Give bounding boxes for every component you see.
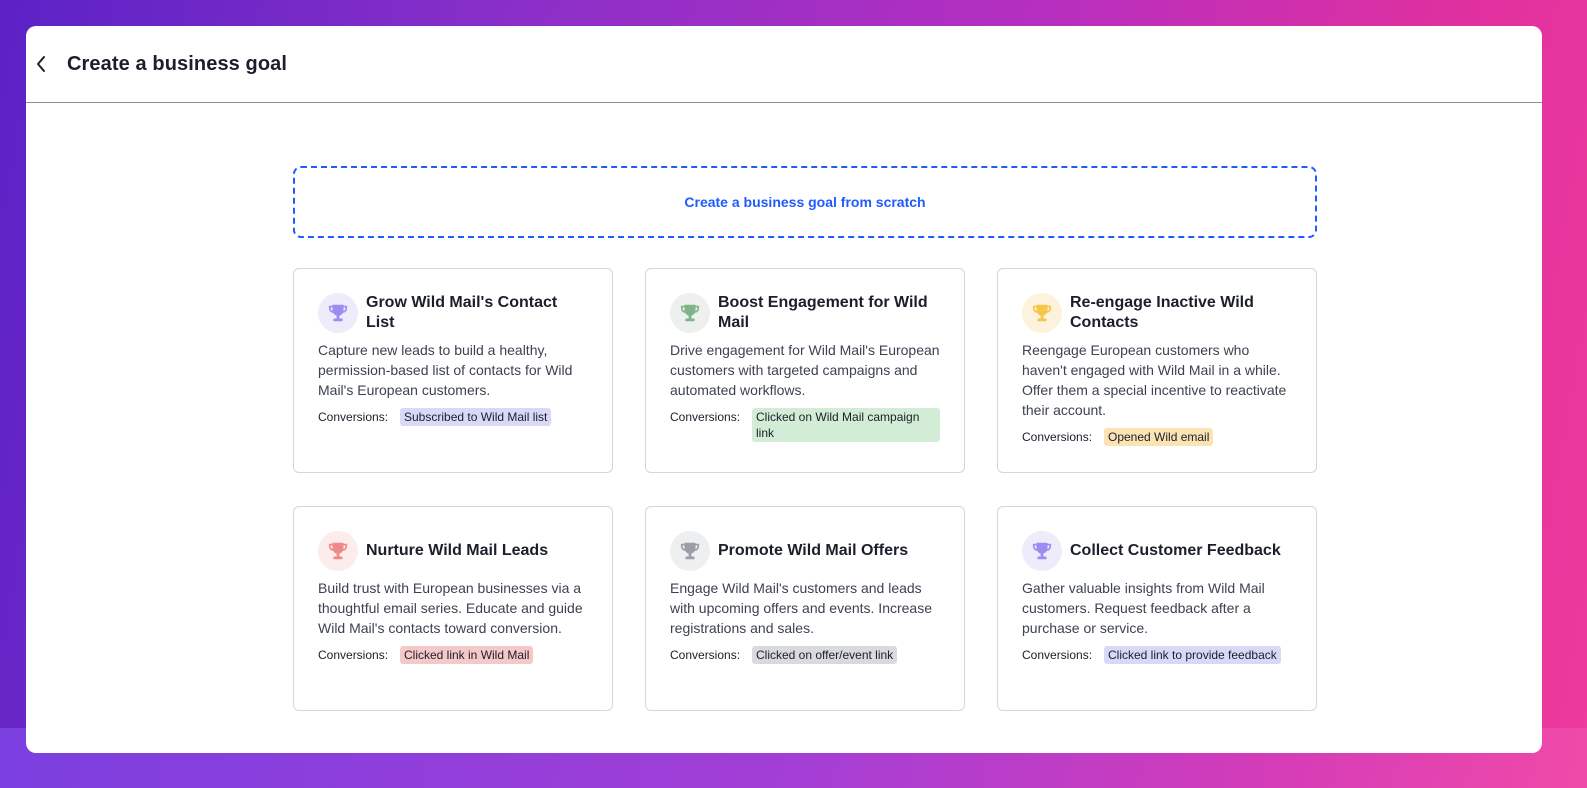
- conversions-label: Conversions:: [1022, 648, 1093, 662]
- conversions-label: Conversions:: [670, 648, 741, 662]
- goal-card-promote-offers[interactable]: Promote Wild Mail Offers Engage Wild Mai…: [645, 506, 965, 711]
- card-description: Drive engagement for Wild Mail's Europea…: [670, 342, 940, 398]
- card-description: Capture new leads to build a healthy, pe…: [318, 342, 573, 398]
- conversions-label: Conversions:: [1022, 430, 1093, 444]
- goal-card-nurture-leads[interactable]: Nurture Wild Mail Leads Build trust with…: [293, 506, 613, 711]
- card-description: Gather valuable insights from Wild Mail …: [1022, 580, 1265, 636]
- goal-card-boost-engagement[interactable]: Boost Engagement for Wild Mail Drive eng…: [645, 268, 965, 473]
- trophy-icon: [670, 531, 710, 571]
- trophy-icon: [1022, 293, 1062, 333]
- page-header: Create a business goal: [26, 26, 1542, 103]
- create-from-scratch-label: Create a business goal from scratch: [684, 194, 926, 210]
- trophy-icon: [670, 293, 710, 333]
- conversion-tag: Subscribed to Wild Mail list: [400, 408, 552, 426]
- page-title: Create a business goal: [67, 52, 288, 75]
- main-panel: Create a business goal Create a business…: [26, 26, 1542, 753]
- conversion-tag: Opened Wild email: [1104, 428, 1214, 446]
- conversion-tag: Clicked on offer/event link: [752, 646, 898, 664]
- back-button[interactable]: [28, 51, 54, 77]
- card-title: Grow Wild Mail's Contact List: [366, 294, 558, 331]
- goal-card-grow-contact-list[interactable]: Grow Wild Mail's Contact List Capture ne…: [293, 268, 613, 473]
- conversions-label: Conversions:: [318, 410, 389, 424]
- create-from-scratch-button[interactable]: Create a business goal from scratch: [293, 166, 1317, 238]
- trophy-icon: [318, 293, 358, 333]
- trophy-icon: [1022, 531, 1062, 571]
- card-title: Boost Engagement for Wild Mail: [718, 294, 928, 331]
- conversions-label: Conversions:: [670, 410, 741, 424]
- card-description: Engage Wild Mail's customers and leads w…: [670, 580, 933, 636]
- conversion-tag: Clicked link to provide feedback: [1104, 646, 1281, 664]
- trophy-icon: [318, 531, 358, 571]
- card-description: Build trust with European businesses via…: [318, 580, 583, 636]
- chevron-left-icon: [37, 56, 45, 72]
- card-description: Reengage European customers who haven't …: [1022, 342, 1287, 418]
- card-title: Nurture Wild Mail Leads: [366, 542, 549, 559]
- goal-card-reengage-inactive[interactable]: Re-engage Inactive Wild Contacts Reengag…: [997, 268, 1317, 473]
- conversion-tag: Clicked link in Wild Mail: [400, 646, 534, 664]
- card-title: Promote Wild Mail Offers: [718, 542, 909, 559]
- card-title: Re-engage Inactive Wild Contacts: [1070, 294, 1254, 331]
- conversion-tag: Clicked on Wild Mail campaign link: [752, 408, 940, 442]
- conversions-label: Conversions:: [318, 648, 389, 662]
- goal-card-collect-feedback[interactable]: Collect Customer Feedback Gather valuabl…: [997, 506, 1317, 711]
- card-title: Collect Customer Feedback: [1070, 542, 1281, 559]
